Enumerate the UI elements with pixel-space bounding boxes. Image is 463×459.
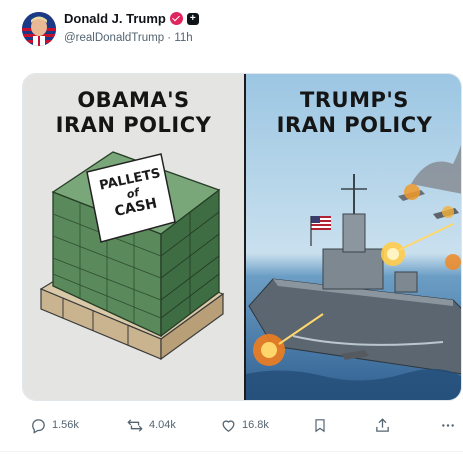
like-count: 16.8k <box>242 419 269 431</box>
affiliate-badge-icon[interactable]: + <box>186 12 199 25</box>
repost-button[interactable]: 4.04k <box>126 414 176 436</box>
right-panel-title: TRUMP'S IRAN POLICY <box>246 88 461 138</box>
left-title-line-1: OBAMA'S <box>77 88 190 112</box>
right-title-line-2: IRAN POLICY <box>276 113 433 137</box>
author-avatar[interactable] <box>22 12 56 46</box>
repost-icon <box>127 418 143 432</box>
post-timestamp[interactable]: 11h <box>174 32 192 44</box>
share-button[interactable] <box>374 414 391 436</box>
reply-count: 1.56k <box>52 419 79 431</box>
meta-separator: · <box>167 32 172 44</box>
left-panel-title: OBAMA'S IRAN POLICY <box>23 88 244 138</box>
right-title-line-1: TRUMP'S <box>300 88 409 112</box>
author-name-row: Donald J. Trump + <box>64 11 199 26</box>
more-icon <box>442 423 454 427</box>
post-divider <box>0 451 463 452</box>
reply-button[interactable]: 1.56k <box>30 414 79 436</box>
bookmark-button[interactable] <box>312 414 328 436</box>
like-icon <box>222 419 235 432</box>
reply-icon <box>32 418 45 434</box>
more-options-button[interactable] <box>440 414 456 436</box>
bookmark-icon <box>315 418 325 432</box>
author-display-name[interactable]: Donald J. Trump <box>64 11 166 26</box>
repost-count: 4.04k <box>149 419 176 431</box>
verified-badge-icon <box>169 12 183 25</box>
post-actions: 1.56k 4.04k 16.8k <box>30 414 458 436</box>
post: Donald J. Trump + @realDonaldTrump · 11h <box>0 0 463 459</box>
author-handle[interactable]: @realDonaldTrump <box>64 32 164 44</box>
like-button[interactable]: 16.8k <box>220 414 269 436</box>
share-icon <box>376 417 389 432</box>
post-image[interactable]: PALLETS of CASH OBAMA'S IRAN POLICY TRUM… <box>22 73 462 401</box>
author-meta: @realDonaldTrump · 11h <box>64 32 193 44</box>
left-title-line-2: IRAN POLICY <box>55 113 212 137</box>
